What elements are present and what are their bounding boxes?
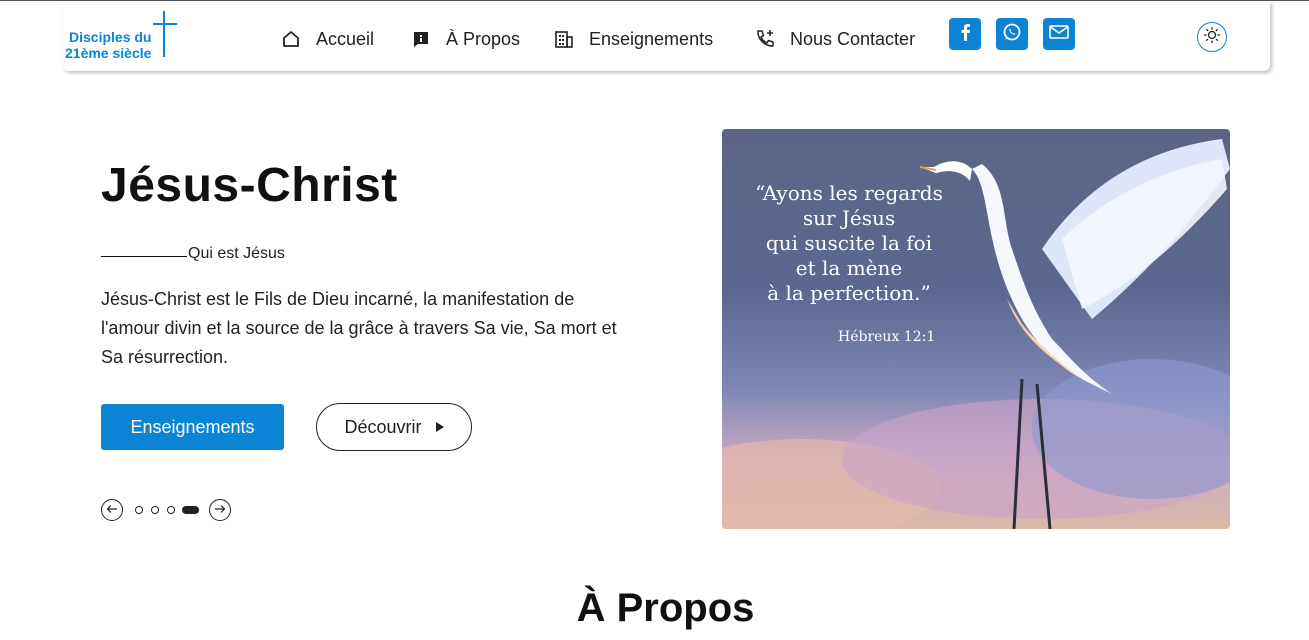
subtitle-divider <box>101 256 187 257</box>
whatsapp-button[interactable] <box>996 18 1028 50</box>
hero-description: Jésus-Christ est le Fils de Dieu incarné… <box>101 289 617 367</box>
hero-image-egret: “Ayons les regards sur Jésus qui suscite… <box>722 129 1230 529</box>
carousel-dot-3[interactable] <box>167 506 175 514</box>
nav-nous-contacter[interactable]: Nous Contacter <box>754 25 915 53</box>
bible-verse-text: “Ayons les regards sur Jésus qui suscite… <box>755 181 943 305</box>
facebook-button[interactable] <box>949 18 981 50</box>
arrow-right-icon <box>214 501 226 519</box>
carousel-next-button[interactable] <box>209 499 231 521</box>
facebook-icon <box>958 23 972 46</box>
nav-accueil[interactable]: Accueil <box>280 25 374 53</box>
site-header: Disciples du 21ème siècle Accueil À Prop… <box>63 1 1270 71</box>
logo-line2: 21ème siècle <box>65 45 152 61</box>
carousel-dot-2[interactable] <box>151 506 159 514</box>
enseignements-button[interactable]: Enseignements <box>101 404 284 450</box>
arrow-left-icon <box>106 501 118 519</box>
theme-toggle-button[interactable] <box>1197 22 1227 52</box>
carousel-prev-button[interactable] <box>101 499 123 521</box>
decouvrir-label: Découvrir <box>344 416 422 437</box>
carousel-dot-4-active[interactable] <box>182 506 199 514</box>
site-logo[interactable]: Disciples du 21ème siècle <box>65 11 185 63</box>
nav-nous-contacter-label: Nous Contacter <box>790 28 916 49</box>
sun-icon <box>1203 26 1221 49</box>
logo-cross-vertical <box>163 11 165 57</box>
nav-a-propos[interactable]: À Propos <box>410 25 520 53</box>
logo-cross-horizontal <box>153 23 177 25</box>
nav-a-propos-label: À Propos <box>446 28 521 49</box>
play-icon <box>435 422 444 432</box>
carousel-dot-1[interactable] <box>135 506 143 514</box>
nav-enseignements[interactable]: Enseignements <box>553 25 713 53</box>
decouvrir-button[interactable]: Découvrir <box>316 403 472 451</box>
building-icon <box>553 28 575 50</box>
phone-plus-icon <box>754 28 776 50</box>
nav-enseignements-label: Enseignements <box>589 28 714 49</box>
section-title-a-propos: À Propos <box>576 586 755 630</box>
hero-title: Jésus-Christ <box>101 159 398 212</box>
home-icon <box>280 28 302 50</box>
info-icon <box>410 28 432 50</box>
hero-subtitle: Qui est Jésus <box>188 245 285 262</box>
nav-accueil-label: Accueil <box>316 28 375 49</box>
whatsapp-icon <box>1002 22 1022 47</box>
email-button[interactable] <box>1043 18 1075 50</box>
mail-icon <box>1049 24 1069 45</box>
bible-verse-reference: Hébreux 12:1 <box>838 329 936 345</box>
logo-line1: Disciples du <box>69 29 152 45</box>
